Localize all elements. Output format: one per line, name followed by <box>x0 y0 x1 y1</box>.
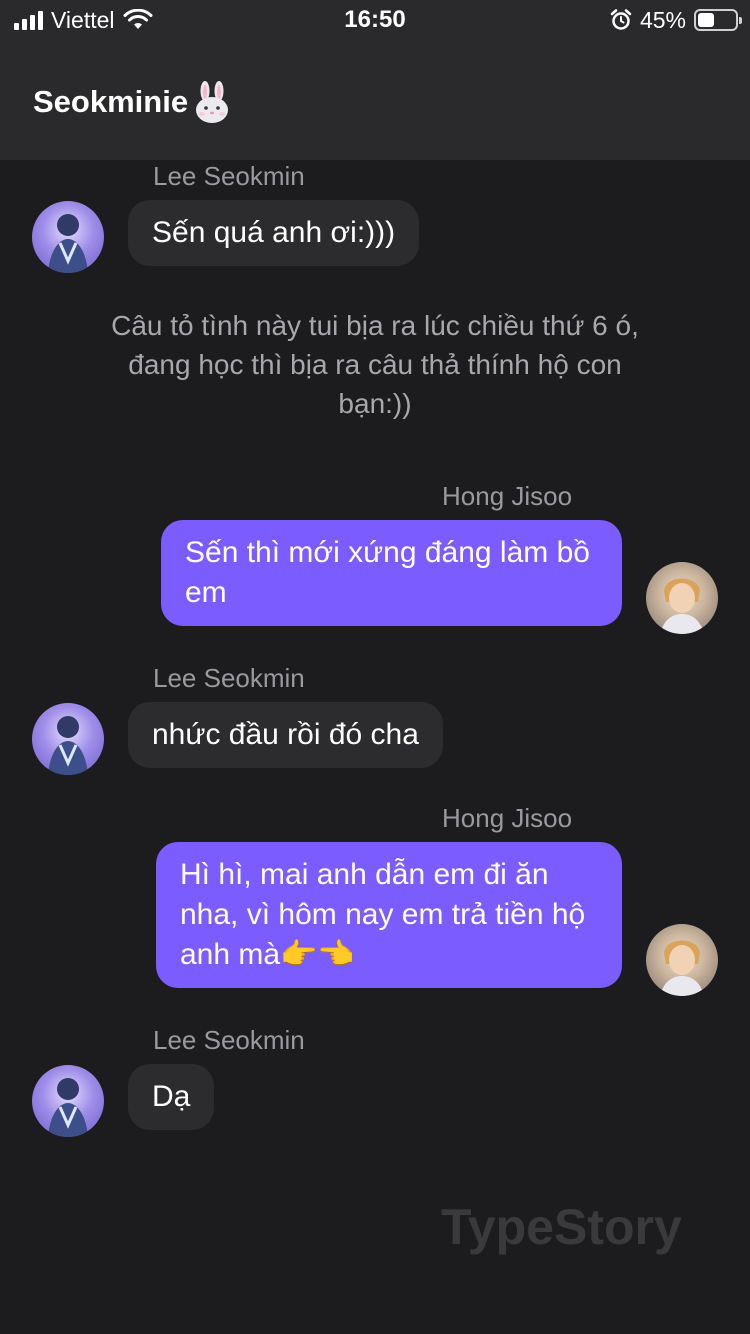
battery-icon <box>694 9 742 31</box>
chat-header: Seokminie <box>0 40 750 160</box>
status-bar: Viettel 16:50 45% <box>0 0 750 40</box>
avatar-hong-jisoo[interactable] <box>646 924 718 996</box>
chat-screen: Viettel 16:50 45% Seokminie Lee Seokmin … <box>0 0 750 1334</box>
person-photo-icon <box>660 578 704 634</box>
sender-name: Hong Jisoo <box>442 481 573 511</box>
avatar-hong-jisoo[interactable] <box>646 562 718 634</box>
rabbit-face-icon <box>196 81 229 123</box>
avatar-lee-seokmin[interactable] <box>32 703 104 775</box>
battery-level-fill <box>698 13 714 27</box>
status-right: 45% <box>610 6 742 33</box>
avatar-lee-seokmin[interactable] <box>32 201 104 273</box>
person-photo-icon <box>48 214 88 273</box>
person-photo-icon <box>48 716 88 775</box>
message-bubble-incoming[interactable]: Sến quá anh ơi:))) <box>128 200 420 266</box>
battery-percent: 45% <box>639 6 686 33</box>
message-bubble-incoming[interactable]: nhức đầu rồi đó cha <box>128 702 443 768</box>
message-bubble-outgoing[interactable]: Hì hì, mai anh dẫn em đi ăn nha, vì hôm … <box>156 842 622 988</box>
system-note: Câu tỏ tình này tui bịa ra lúc chiều thứ… <box>111 310 639 419</box>
message-bubble-outgoing[interactable]: Sến thì mới xứng đáng làm bồ em <box>161 520 622 626</box>
sender-name: Lee Seokmin <box>153 1025 305 1055</box>
sender-name: Lee Seokmin <box>153 161 305 191</box>
chat-title-text: Seokminie <box>33 84 189 119</box>
person-photo-icon <box>660 940 704 996</box>
chat-title[interactable]: Seokminie <box>33 80 232 124</box>
watermark: TypeStory <box>441 1199 682 1255</box>
person-photo-icon <box>48 1078 88 1137</box>
sender-name: Hong Jisoo <box>442 803 573 833</box>
battery-tip <box>739 17 742 24</box>
avatar-lee-seokmin[interactable] <box>32 1065 104 1137</box>
message-bubble-incoming[interactable]: Dạ <box>128 1064 215 1130</box>
sender-name: Lee Seokmin <box>153 663 305 693</box>
alarm-icon <box>610 9 632 30</box>
